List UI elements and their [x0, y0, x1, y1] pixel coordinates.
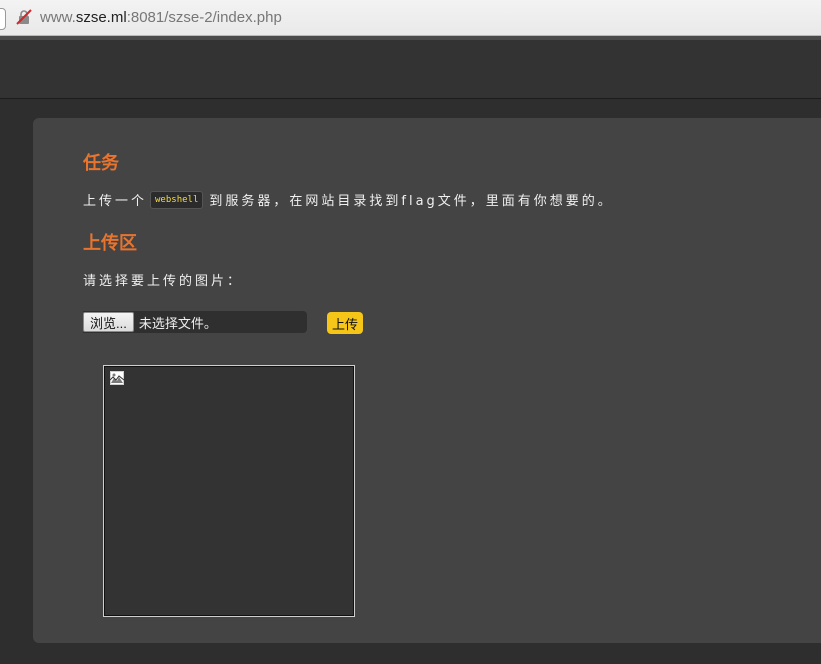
upload-heading: 上传区: [83, 233, 137, 253]
file-status-text: 未选择文件。: [138, 315, 217, 331]
task-text-after: 到服务器，在网站目录找到flag文件，里面有你想要的。: [209, 194, 614, 209]
url-host: szse.ml: [75, 9, 127, 26]
task-heading: 任务: [83, 153, 119, 173]
task-description: 上传一个 webshell 到服务器，在网站目录找到flag文件，里面有你想要的…: [83, 190, 614, 209]
main-panel: 任务 上传一个 webshell 到服务器，在网站目录找到flag文件，里面有你…: [33, 118, 821, 643]
broken-image-icon: [110, 371, 124, 385]
select-image-label: 请选择要上传的图片：: [83, 274, 244, 289]
url-prefix: www.: [40, 9, 76, 26]
image-preview: [103, 365, 355, 617]
webshell-code: webshell: [150, 190, 204, 209]
back-button-edge[interactable]: [0, 8, 6, 30]
task-text-before: 上传一个: [83, 194, 148, 209]
upload-button[interactable]: 上传: [327, 312, 364, 334]
file-input[interactable]: 浏览... 未选择文件。: [83, 311, 307, 333]
site-header: [0, 40, 821, 99]
browse-button[interactable]: 浏览...: [83, 312, 134, 332]
browser-address-bar[interactable]: www.szse.ml:8081/szse-2/index.php: [0, 0, 821, 36]
url-text[interactable]: www.szse.ml:8081/szse-2/index.php: [40, 9, 282, 26]
url-path: :8081/szse-2/index.php: [126, 9, 282, 26]
insecure-connection-icon[interactable]: [16, 9, 32, 25]
